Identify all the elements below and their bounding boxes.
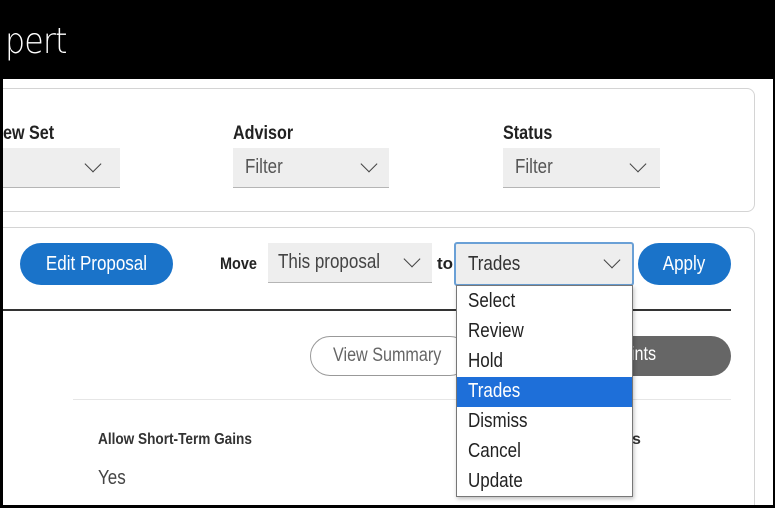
chevron-down-icon bbox=[603, 251, 621, 269]
dropdown-option-cancel[interactable]: Cancel bbox=[457, 437, 632, 467]
edit-proposal-button[interactable]: Edit Proposal bbox=[20, 243, 173, 285]
to-label: to bbox=[437, 254, 454, 273]
detail-label-fragment: s bbox=[632, 431, 641, 448]
chevron-down-icon bbox=[403, 250, 421, 268]
chevron-down-icon bbox=[629, 155, 647, 173]
chevron-down-icon bbox=[360, 155, 378, 173]
chevron-down-icon bbox=[84, 155, 102, 173]
move-target-dropdown: Select Review Hold Trades Dismiss Cancel… bbox=[456, 285, 633, 497]
move-label: Move bbox=[220, 254, 257, 273]
dropdown-option-select[interactable]: Select bbox=[457, 287, 632, 317]
dropdown-option-trades[interactable]: Trades bbox=[457, 377, 632, 407]
move-target-value: Trades bbox=[468, 253, 521, 275]
advisor-value: Filter bbox=[245, 156, 283, 178]
view-summary-button[interactable]: View Summary bbox=[310, 336, 470, 376]
app-title: pert bbox=[5, 21, 67, 62]
dropdown-option-update[interactable]: Update bbox=[457, 467, 632, 497]
advisor-select[interactable]: Filter bbox=[233, 148, 389, 188]
allow-short-term-gains-label: Allow Short-Term Gains bbox=[98, 431, 252, 448]
allow-short-term-gains-value: Yes bbox=[98, 467, 126, 489]
dropdown-option-review[interactable]: Review bbox=[457, 317, 632, 347]
view-set-select[interactable]: r bbox=[3, 148, 120, 188]
view-set-label: ew Set bbox=[3, 123, 55, 144]
dropdown-option-hold[interactable]: Hold bbox=[457, 347, 632, 377]
dropdown-option-dismiss[interactable]: Dismiss bbox=[457, 407, 632, 437]
header-bar: pert bbox=[3, 3, 773, 79]
move-scope-value: This proposal bbox=[278, 251, 381, 273]
move-target-select[interactable]: Trades bbox=[454, 242, 634, 286]
status-label: Status bbox=[503, 123, 553, 144]
apply-button[interactable]: Apply bbox=[638, 243, 731, 285]
status-select[interactable]: Filter bbox=[503, 148, 660, 188]
move-scope-select[interactable]: This proposal bbox=[268, 243, 432, 283]
app-frame: pert ew Set r Advisor Filter Status Filt… bbox=[0, 0, 775, 508]
advisor-label: Advisor bbox=[233, 123, 294, 144]
status-value: Filter bbox=[515, 156, 553, 178]
